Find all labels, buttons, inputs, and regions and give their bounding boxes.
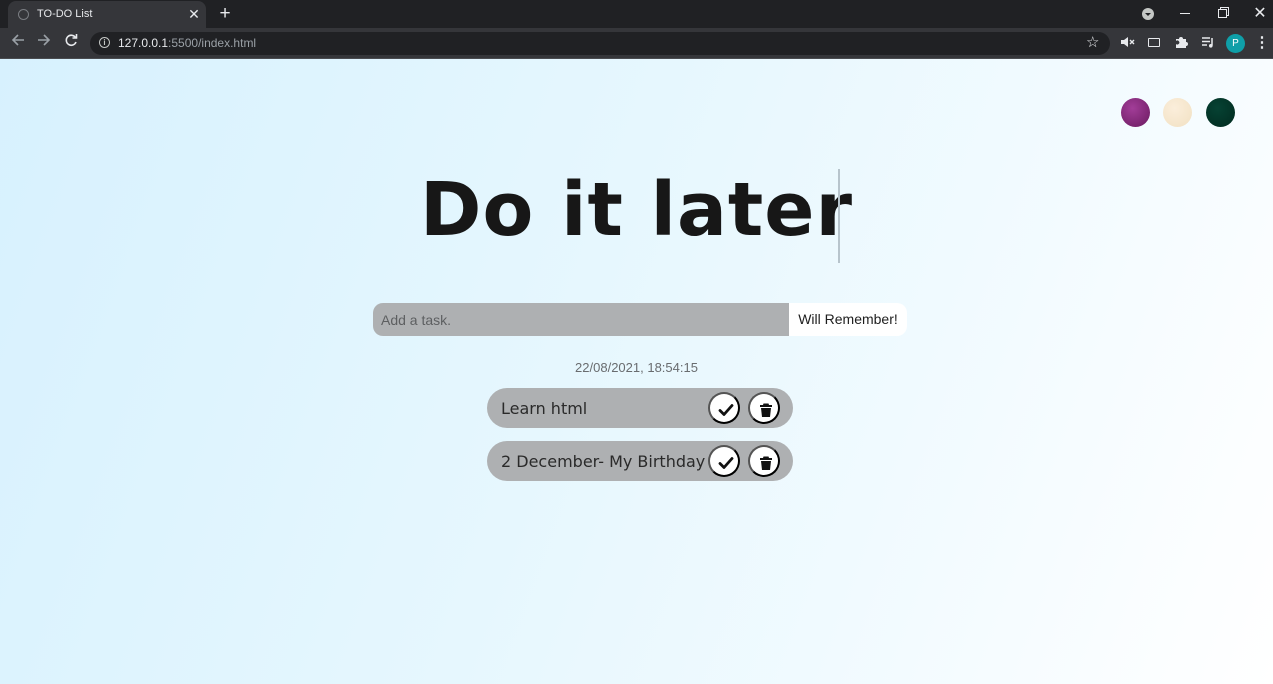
media-queue-icon[interactable] bbox=[1200, 35, 1216, 51]
add-task-button[interactable]: Will Remember! bbox=[789, 303, 907, 336]
profile-avatar[interactable]: P bbox=[1226, 34, 1245, 53]
url-path: :5500/index.html bbox=[168, 36, 257, 50]
theme-darker-button[interactable] bbox=[1206, 98, 1235, 127]
current-datetime: 22/08/2021, 18:54:15 bbox=[575, 360, 698, 375]
page-viewport: Do it later Will Remember! 22/08/2021, 1… bbox=[0, 59, 1273, 684]
mute-icon[interactable] bbox=[1120, 35, 1136, 51]
chevron-down-icon bbox=[1142, 8, 1154, 20]
restore-icon bbox=[1217, 9, 1227, 19]
tab-strip: TO-DO List ✕ + ✕ bbox=[0, 0, 1273, 28]
check-icon bbox=[718, 457, 734, 469]
page-title: Do it later bbox=[420, 167, 853, 253]
playlist-icon bbox=[1202, 37, 1213, 48]
monitor-icon bbox=[1148, 38, 1160, 47]
url-text[interactable]: 127.0.0.1:5500/index.html bbox=[118, 36, 256, 50]
todo-text: Learn html bbox=[501, 399, 588, 418]
url-host: 127.0.0.1 bbox=[118, 36, 169, 50]
star-icon[interactable]: ☆ bbox=[1086, 33, 1099, 51]
forward-button[interactable] bbox=[34, 33, 54, 53]
theme-light-button[interactable] bbox=[1163, 98, 1192, 127]
tab-title: TO-DO List bbox=[37, 8, 93, 20]
back-button[interactable] bbox=[8, 33, 28, 53]
arrow-right-icon bbox=[38, 34, 51, 46]
todo-item: Learn html bbox=[487, 388, 793, 428]
minimize-button[interactable] bbox=[1173, 4, 1197, 24]
complete-button[interactable] bbox=[708, 392, 740, 424]
theme-standard-button[interactable] bbox=[1121, 98, 1150, 127]
add-task-form: Will Remember! bbox=[373, 303, 907, 336]
close-window-button[interactable]: ✕ bbox=[1248, 4, 1272, 24]
kebab-menu-icon[interactable]: ⋮ bbox=[1254, 35, 1270, 51]
speaker-muted-icon bbox=[1121, 37, 1135, 47]
todo-list: Learn html 2 December- My Birthday bbox=[487, 388, 793, 494]
cast-icon[interactable] bbox=[1146, 35, 1162, 51]
new-tab-button[interactable]: + bbox=[215, 4, 235, 24]
puzzle-icon[interactable] bbox=[1173, 35, 1189, 51]
check-icon bbox=[718, 404, 734, 416]
address-bar[interactable]: i 127.0.0.1:5500/index.html ☆ bbox=[90, 32, 1110, 55]
browser-toolbar: i 127.0.0.1:5500/index.html ☆ P ⋮ bbox=[0, 28, 1273, 59]
tab-todo-list[interactable]: TO-DO List ✕ bbox=[8, 1, 206, 28]
trash-icon bbox=[760, 456, 772, 470]
globe-icon bbox=[18, 9, 29, 20]
delete-button[interactable] bbox=[748, 445, 780, 477]
extensions-puzzle-icon bbox=[1176, 37, 1188, 48]
tab-search-button[interactable] bbox=[1136, 4, 1160, 24]
restore-button[interactable] bbox=[1210, 4, 1234, 24]
todo-text: 2 December- My Birthday bbox=[501, 452, 706, 471]
reload-icon bbox=[65, 34, 78, 46]
complete-button[interactable] bbox=[708, 445, 740, 477]
task-input[interactable] bbox=[373, 303, 789, 336]
todo-item: 2 December- My Birthday bbox=[487, 441, 793, 481]
arrow-left-icon bbox=[11, 34, 24, 46]
minimize-icon bbox=[1180, 13, 1190, 15]
reload-button[interactable] bbox=[61, 33, 81, 53]
trash-icon bbox=[760, 403, 772, 417]
delete-button[interactable] bbox=[748, 392, 780, 424]
close-tab-icon[interactable]: ✕ bbox=[186, 6, 202, 22]
info-icon[interactable]: i bbox=[99, 37, 110, 48]
text-caret bbox=[838, 169, 840, 263]
